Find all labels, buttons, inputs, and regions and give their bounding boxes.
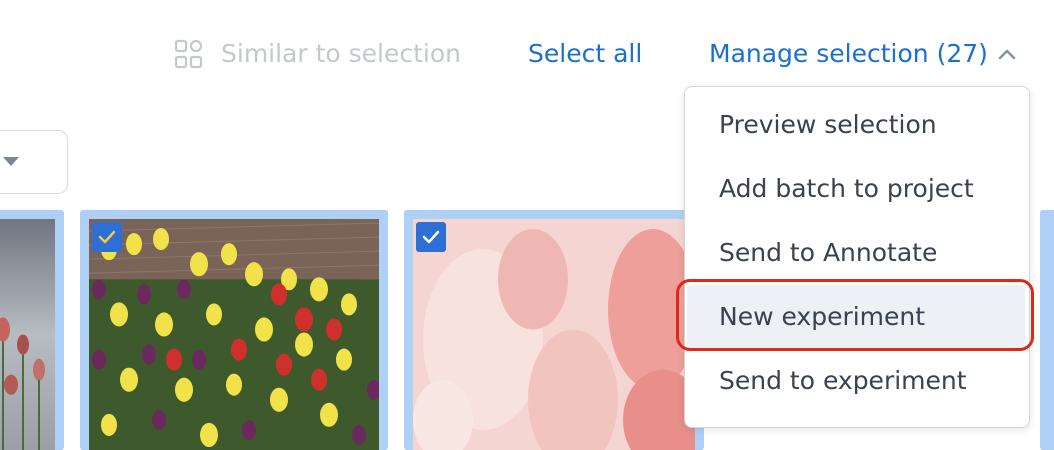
checkmark-icon (422, 230, 440, 244)
manage-selection-menu: Preview selection Add batch to project S… (684, 86, 1030, 428)
grid-shapes-icon (174, 39, 203, 69)
image-thumbnail (0, 219, 55, 450)
similar-to-selection-label: Similar to selection (221, 39, 462, 68)
manage-selection-button[interactable]: Manage selection (27) (709, 36, 1016, 72)
menu-item-send-to-experiment[interactable]: Send to experiment (719, 363, 967, 399)
manage-selection-label: Manage selection (27) (709, 39, 988, 68)
menu-item-send-to-annotate[interactable]: Send to Annotate (719, 235, 937, 271)
image-thumbnail (89, 219, 379, 450)
filter-dropdown[interactable] (0, 130, 68, 194)
highlight-outline (676, 279, 1034, 351)
checkmark-icon (98, 230, 116, 244)
image-card[interactable] (80, 210, 388, 450)
selection-checkbox[interactable] (416, 222, 446, 252)
similar-to-selection-button[interactable]: Similar to selection (174, 36, 461, 72)
caret-down-icon (3, 157, 19, 166)
menu-item-add-batch-to-project[interactable]: Add batch to project (719, 171, 974, 207)
image-card[interactable] (1040, 210, 1054, 450)
chevron-up-icon (998, 49, 1016, 60)
image-card[interactable] (404, 210, 704, 450)
selection-checkbox[interactable] (92, 222, 122, 252)
image-thumbnail (413, 219, 695, 450)
image-card[interactable] (0, 210, 64, 450)
select-all-button[interactable]: Select all (528, 36, 642, 72)
menu-item-preview-selection[interactable]: Preview selection (719, 107, 937, 143)
